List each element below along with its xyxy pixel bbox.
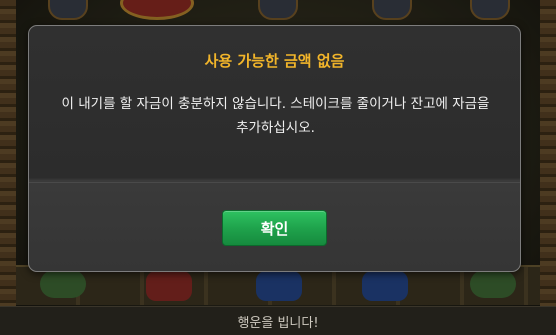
dialog-divider (29, 182, 520, 183)
status-bar: 행운을 빕니다! (0, 306, 556, 335)
dialog-message: 이 내기를 할 자금이 충분하지 않습니다. 스테이크를 줄이거나 잔고에 자금… (61, 96, 490, 136)
status-message: 행운을 빕니다! (237, 315, 319, 331)
dialog-title: 사용 가능한 금액 없음 (204, 52, 345, 70)
confirm-button[interactable]: 확인 (222, 210, 327, 246)
insufficient-funds-dialog: 사용 가능한 금액 없음 이 내기를 할 자금이 충분하지 않습니다. 스테이크… (28, 25, 521, 272)
